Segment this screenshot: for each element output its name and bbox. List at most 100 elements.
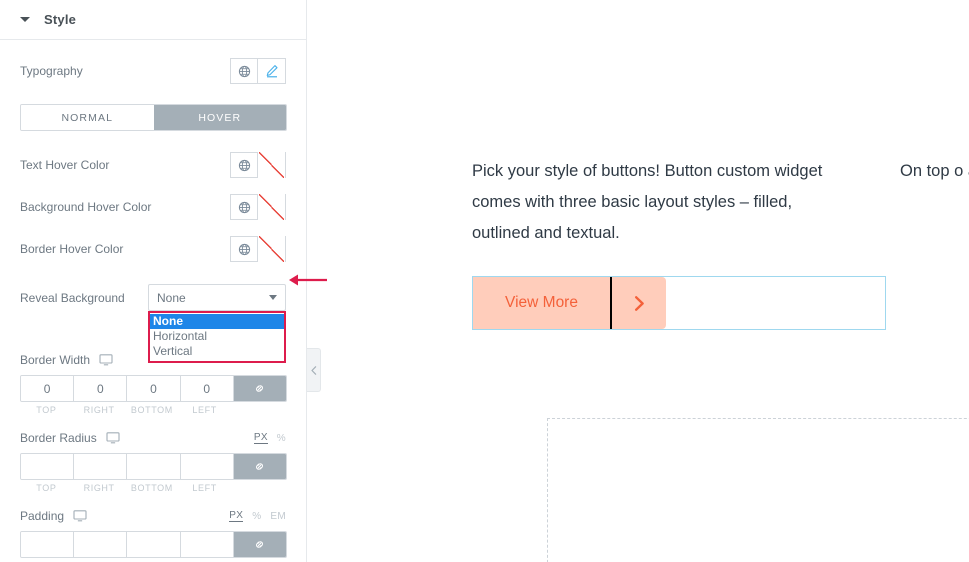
text-hover-color-swatch[interactable] <box>258 152 286 178</box>
no-color-swatch-icon <box>258 152 285 178</box>
chevron-down-icon <box>269 295 277 300</box>
padding-bottom-input[interactable] <box>127 532 181 557</box>
border-radius-left-input[interactable] <box>180 454 234 479</box>
no-color-swatch-icon <box>258 194 285 220</box>
border-radius-header: Border Radius PX % <box>20 431 286 445</box>
border-radius-right-input[interactable] <box>74 454 128 479</box>
reveal-background-value: None <box>157 290 186 305</box>
text-hover-color-globe-button[interactable] <box>230 152 258 178</box>
border-width-link-button[interactable] <box>233 376 286 401</box>
side-label-bottom: BOTTOM <box>130 483 173 493</box>
border-width-fields: 0 0 0 0 <box>20 375 287 402</box>
background-hover-color-swatch[interactable] <box>258 194 286 220</box>
pencil-icon <box>266 65 278 78</box>
chevron-left-icon <box>310 365 316 375</box>
option-horizontal[interactable]: Horizontal <box>150 329 284 344</box>
desktop-icon[interactable] <box>106 432 120 444</box>
globe-icon <box>238 201 250 213</box>
border-hover-color-row: Border Hover Color <box>20 236 286 262</box>
view-more-button-icon-area[interactable] <box>612 277 666 329</box>
preview-paragraph-right: On top o also get standard <box>900 162 969 180</box>
typography-controls <box>230 58 286 84</box>
border-width-label: Border Width <box>20 353 91 367</box>
globe-icon <box>238 159 250 171</box>
reveal-background-options: None Horizontal Vertical <box>148 311 286 363</box>
border-radius-bottom-input[interactable] <box>127 454 181 479</box>
unit-percent[interactable]: % <box>277 433 286 444</box>
padding-label-group: Padding <box>20 509 87 523</box>
side-label-right: RIGHT <box>83 405 115 415</box>
text-hover-color-row: Text Hover Color <box>20 152 286 178</box>
border-hover-color-swatch[interactable] <box>258 236 286 262</box>
side-label-right: RIGHT <box>83 483 115 493</box>
border-width-right-input[interactable]: 0 <box>74 376 128 401</box>
tab-hover[interactable]: HOVER <box>153 105 286 130</box>
padding-right-input[interactable] <box>74 532 128 557</box>
desktop-icon[interactable] <box>99 354 113 366</box>
reveal-background-label: Reveal Background <box>20 290 125 305</box>
link-icon <box>256 541 264 548</box>
padding-top-input[interactable] <box>21 532 75 557</box>
typography-edit-button[interactable] <box>258 58 286 84</box>
border-width-top-input[interactable]: 0 <box>21 376 75 401</box>
unit-em[interactable]: EM <box>270 511 286 522</box>
border-radius-units: PX % <box>253 432 286 444</box>
page-preview-canvas: Pick your style of buttons! Button custo… <box>308 0 969 562</box>
style-settings-panel: Style Typography NORMAL HOVER Text Hover… <box>0 0 307 562</box>
text-hover-color-controls <box>230 152 286 178</box>
panel-collapse-handle[interactable] <box>307 348 321 392</box>
editor-screen: Style Typography NORMAL HOVER Text Hover… <box>0 0 969 562</box>
side-label-spacer <box>231 405 287 415</box>
button-widget-selection-box[interactable]: View More <box>472 276 886 330</box>
typography-label: Typography <box>20 64 83 78</box>
side-label-top: TOP <box>36 405 57 415</box>
globe-icon <box>238 243 250 255</box>
typography-globe-button[interactable] <box>230 58 258 84</box>
reveal-background-select-wrap: None None Horizontal Vertical <box>148 284 286 363</box>
unit-px[interactable]: PX <box>253 432 268 444</box>
panel-section-header[interactable]: Style <box>0 0 306 40</box>
unit-percent[interactable]: % <box>252 511 261 522</box>
background-hover-color-row: Background Hover Color <box>20 194 286 220</box>
padding-units: PX % EM <box>229 510 286 522</box>
text-hover-color-label: Text Hover Color <box>20 158 110 172</box>
no-color-swatch-icon <box>258 236 285 262</box>
border-hover-color-controls <box>230 236 286 262</box>
background-hover-color-globe-button[interactable] <box>230 194 258 220</box>
side-label-bottom: BOTTOM <box>130 405 173 415</box>
background-hover-color-label: Background Hover Color <box>20 200 152 214</box>
side-label-spacer <box>231 483 287 493</box>
tab-normal[interactable]: NORMAL <box>21 105 154 130</box>
empty-section-dropzone[interactable] <box>547 418 969 562</box>
unit-px[interactable]: PX <box>229 510 244 522</box>
side-label-top: TOP <box>36 483 57 493</box>
page-title: Style <box>44 12 77 27</box>
border-radius-side-labels: TOP RIGHT BOTTOM LEFT <box>20 483 287 493</box>
border-width-left-input[interactable]: 0 <box>180 376 234 401</box>
border-radius-top-input[interactable] <box>21 454 75 479</box>
background-hover-color-controls <box>230 194 286 220</box>
link-icon <box>256 385 264 392</box>
panel-body: Typography NORMAL HOVER Text Hover Color… <box>0 58 306 562</box>
border-width-bottom-input[interactable]: 0 <box>127 376 181 401</box>
desktop-icon[interactable] <box>73 510 87 522</box>
padding-link-button[interactable] <box>233 532 286 557</box>
border-width-label-group: Border Width <box>20 353 113 367</box>
border-width-side-labels: TOP RIGHT BOTTOM LEFT <box>20 405 287 415</box>
option-vertical[interactable]: Vertical <box>150 344 284 359</box>
border-radius-label: Border Radius <box>20 431 97 445</box>
border-radius-link-button[interactable] <box>233 454 286 479</box>
padding-fields <box>20 531 287 558</box>
border-hover-color-globe-button[interactable] <box>230 236 258 262</box>
option-none[interactable]: None <box>150 314 284 329</box>
border-radius-fields <box>20 453 287 480</box>
side-label-left: LEFT <box>192 483 217 493</box>
view-more-button[interactable]: View More <box>473 277 666 329</box>
reveal-background-select[interactable]: None <box>148 284 286 311</box>
chevron-right-icon <box>634 295 644 311</box>
state-tabs: NORMAL HOVER <box>20 104 287 131</box>
padding-label: Padding <box>20 509 65 523</box>
padding-left-input[interactable] <box>180 532 234 557</box>
padding-header: Padding PX % EM <box>20 509 286 523</box>
border-radius-label-group: Border Radius <box>20 431 120 445</box>
